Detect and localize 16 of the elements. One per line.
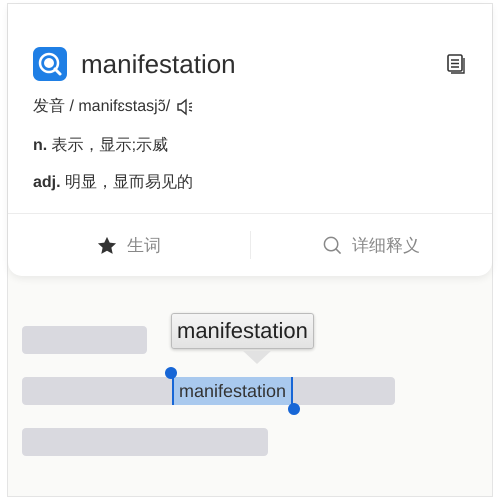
definition: adj. 明显，显而易见的 (33, 173, 194, 193)
pronunciation: 发音 / manifɛstasjɔ̃/ (33, 96, 170, 117)
tooltip-pointer (243, 351, 271, 365)
headword: manifestation (81, 48, 237, 80)
search-icon (322, 236, 342, 254)
selection-handle[interactable] (165, 367, 177, 379)
definition: n. 表示，显示;示威 (33, 136, 168, 156)
document-icon[interactable] (447, 54, 465, 74)
star-icon (96, 236, 117, 254)
speaker-icon[interactable] (176, 98, 194, 116)
selected-text[interactable]: manifestation (172, 377, 294, 405)
add-word-button[interactable]: 生词 (8, 214, 250, 276)
lookup-tooltip[interactable]: manifestation (171, 313, 314, 349)
selection-handle[interactable] (288, 403, 300, 415)
dictionary-app-icon (33, 47, 67, 81)
details-button[interactable]: 详细释义 (250, 214, 492, 276)
